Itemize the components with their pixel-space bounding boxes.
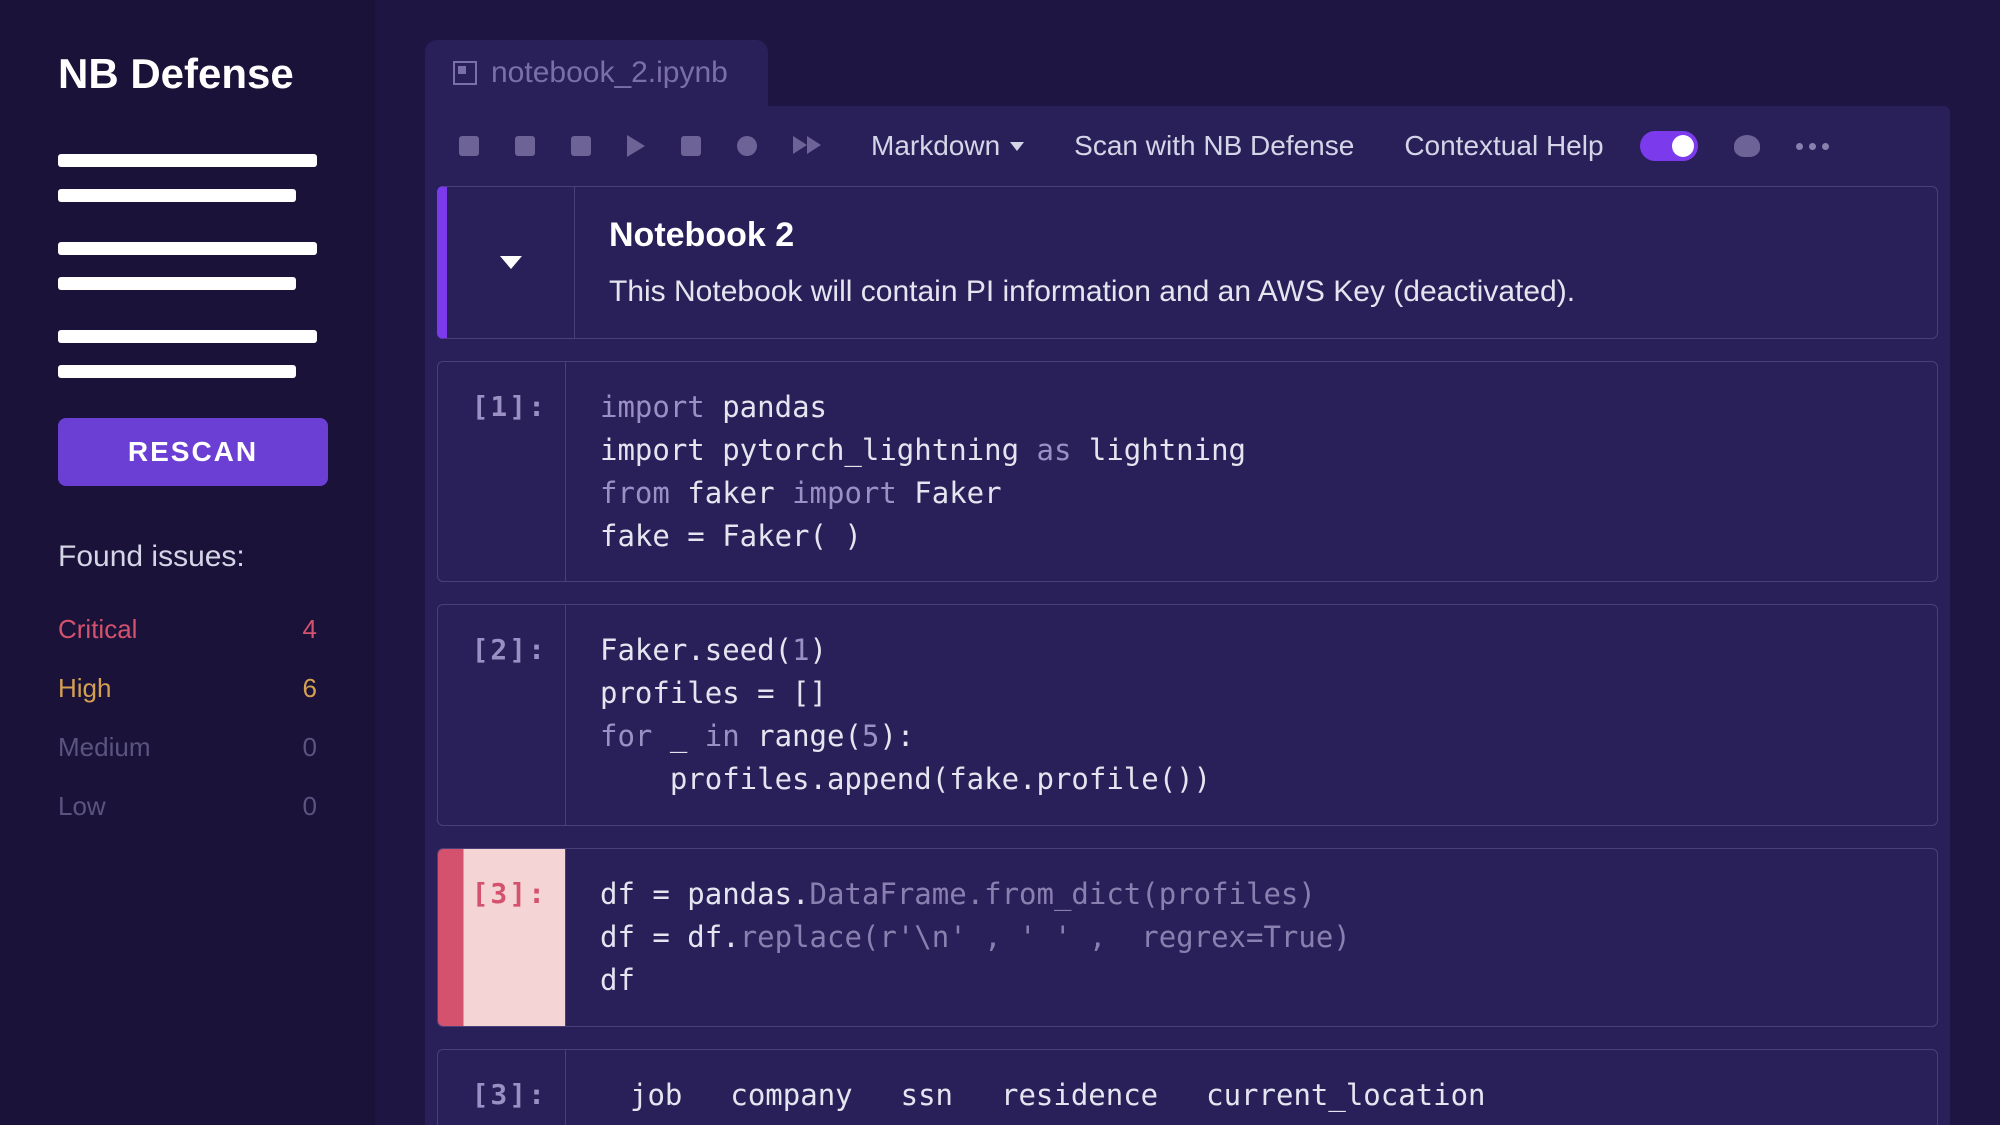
issue-count: 0 [303, 732, 317, 763]
col-header: job [630, 1074, 682, 1116]
notebook-panel: Markdown Scan with NB Defense Contextual… [425, 106, 1950, 1125]
exec-count-highlighted: [3]: [438, 849, 566, 1026]
issue-row-critical[interactable]: Critical 4 [58, 614, 317, 645]
issue-row-high[interactable]: High 6 [58, 673, 317, 704]
skeleton-group-3 [58, 330, 317, 378]
restart-kernel-icon[interactable] [737, 136, 757, 156]
rescan-button[interactable]: RESCAN [58, 418, 328, 486]
markdown-title: Notebook 2 [609, 211, 1903, 260]
more-icon[interactable] [1796, 143, 1829, 150]
issue-count: 6 [303, 673, 317, 704]
contextual-help-link[interactable]: Contextual Help [1404, 130, 1603, 162]
skeleton-group-1 [58, 154, 317, 202]
issue-count: 0 [303, 791, 317, 822]
cell-type-dropdown[interactable]: Markdown [871, 130, 1024, 162]
cell-markdown[interactable]: Notebook 2 This Notebook will contain PI… [437, 186, 1938, 339]
tab-filename: notebook_2.ipynb [491, 56, 728, 90]
markdown-body: This Notebook will contain PI informatio… [609, 270, 1903, 314]
code-content[interactable]: Faker.seed(1) profiles = [] for _ in ran… [566, 605, 1937, 825]
help-toggle[interactable] [1640, 131, 1698, 161]
issue-label: Medium [58, 732, 150, 763]
cell-code-2[interactable]: [2]: Faker.seed(1) profiles = [] for _ i… [437, 604, 1938, 826]
markdown-content: Notebook 2 This Notebook will contain PI… [575, 187, 1937, 338]
issue-row-low[interactable]: Low 0 [58, 791, 317, 822]
run-all-icon[interactable] [793, 136, 821, 156]
issue-label: Critical [58, 614, 137, 645]
cells-container: Notebook 2 This Notebook will contain PI… [425, 186, 1950, 1125]
issue-label: High [58, 673, 111, 704]
issue-count: 4 [303, 614, 317, 645]
col-header: company [730, 1074, 852, 1116]
run-icon[interactable] [627, 135, 645, 157]
code-content[interactable]: import pandas import pytorch_lightning a… [566, 362, 1937, 582]
main: notebook_2.ipynb Markdown Scan with NB D… [375, 0, 2000, 1125]
issue-row-medium[interactable]: Medium 0 [58, 732, 317, 763]
app-title: NB Defense [58, 50, 317, 98]
col-header: ssn [901, 1074, 953, 1116]
output-content: job company ssn residence current_locati… [566, 1050, 1937, 1125]
tab-bar: notebook_2.ipynb [375, 0, 2000, 106]
scan-link[interactable]: Scan with NB Defense [1074, 130, 1354, 162]
sidebar: NB Defense RESCAN Found issues: Critical… [0, 0, 375, 1125]
save-icon[interactable] [459, 136, 479, 156]
found-issues-heading: Found issues: [58, 540, 317, 574]
cell-output: [3]: job company ssn residence current_l… [437, 1049, 1938, 1125]
col-header: residence [1001, 1074, 1158, 1116]
exec-count: [3]: [438, 1050, 566, 1125]
cell-code-3[interactable]: [3]: df = pandas.DataFrame.from_dict(pro… [437, 848, 1938, 1027]
exec-count: [1]: [438, 362, 566, 582]
stop-icon[interactable] [681, 136, 701, 156]
tab-notebook[interactable]: notebook_2.ipynb [425, 40, 768, 106]
col-header: current_location [1206, 1074, 1485, 1116]
code-content[interactable]: df = pandas.DataFrame.from_dict(profiles… [566, 849, 1937, 1026]
notebook-file-icon [453, 61, 477, 85]
insert-cell-icon[interactable] [515, 136, 535, 156]
issue-label: Low [58, 791, 106, 822]
notebook-toolbar: Markdown Scan with NB Defense Contextual… [425, 106, 1950, 186]
skeleton-group-2 [58, 242, 317, 290]
bug-icon[interactable] [1734, 135, 1760, 157]
exec-count: [2]: [438, 605, 566, 825]
cut-cell-icon[interactable] [571, 136, 591, 156]
cell-collapse-toggle[interactable] [447, 187, 575, 338]
cell-code-1[interactable]: [1]: import pandas import pytorch_lightn… [437, 361, 1938, 583]
chevron-down-icon [500, 256, 522, 269]
dataframe-header: job company ssn residence current_locati… [600, 1074, 1903, 1116]
